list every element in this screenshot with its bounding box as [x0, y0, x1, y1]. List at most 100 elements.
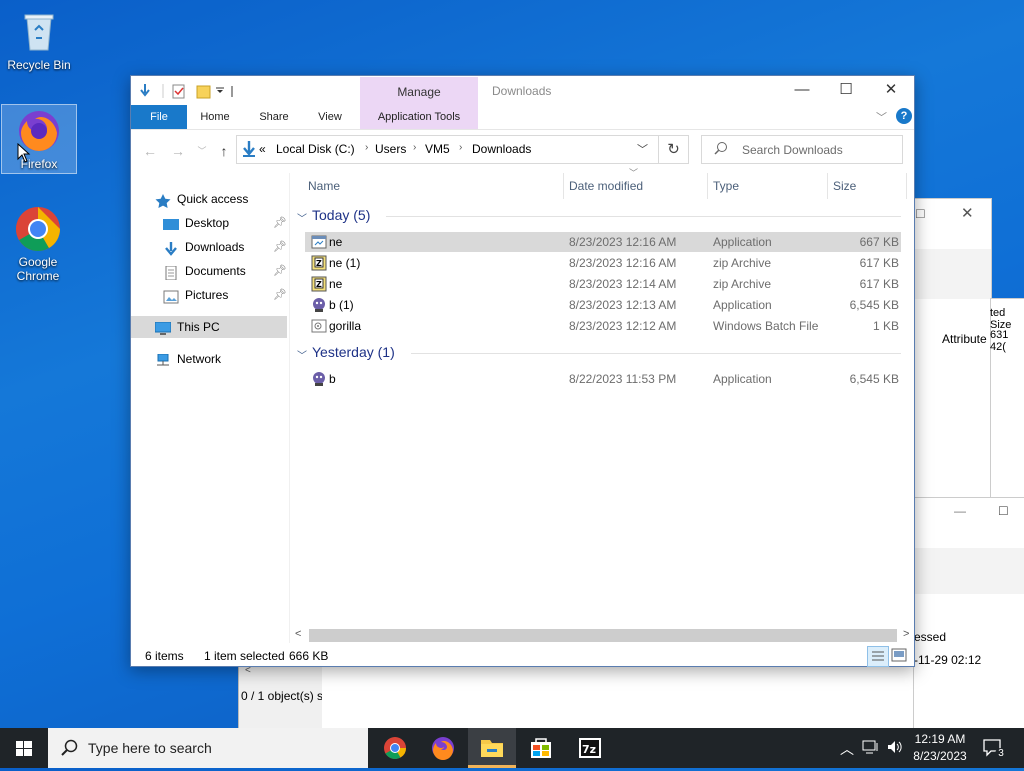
address-bar[interactable]: « Local Disk (C:) › Users › VM5 › Downlo… [236, 135, 659, 164]
breadcrumb-downloads[interactable]: Downloads [472, 142, 531, 156]
taskbar-store[interactable] [517, 728, 565, 768]
taskbar-search-box[interactable]: Type here to search [48, 728, 368, 768]
background-window-2[interactable]: ted Size 631 42( [990, 298, 1024, 500]
breadcrumb-separator-icon[interactable]: › [413, 142, 416, 153]
title-bar[interactable]: Manage Downloads — ☐ ✕ [131, 76, 914, 105]
app-icon [311, 371, 327, 387]
file-name: ne [329, 277, 343, 291]
taskbar-search-input[interactable]: Type here to search [88, 740, 212, 756]
scroll-left-icon[interactable]: < [295, 628, 301, 640]
downloads-folder-icon [241, 140, 257, 161]
scroll-right-icon[interactable]: > [903, 628, 909, 640]
file-date: 8/23/2023 12:16 AM [569, 256, 677, 270]
column-separator[interactable] [563, 173, 564, 199]
attribute-label: Attribute [942, 332, 987, 346]
minimize-icon[interactable]: — [954, 504, 966, 518]
column-separator[interactable] [707, 173, 708, 199]
details-view-icon[interactable] [867, 646, 889, 667]
group-collapse-chevron-icon[interactable]: ﹀ [297, 210, 307, 225]
nav-this-pc[interactable]: This PC [154, 316, 220, 338]
file-size: 6,545 KB [849, 372, 899, 386]
chrome-icon [14, 205, 62, 253]
file-type: zip Archive [713, 277, 772, 291]
desktop-icon-firefox[interactable]: Firefox [1, 104, 77, 174]
file-row[interactable]: Z ne (1) 8/23/2023 12:16 AM zip Archive … [305, 253, 901, 273]
column-header-date-modified[interactable]: Date modified [569, 179, 643, 193]
recent-locations-chevron-icon[interactable]: ﹀ [193, 143, 211, 159]
column-separator[interactable] [906, 173, 907, 199]
taskbar-firefox[interactable] [419, 728, 467, 768]
breadcrumb-vm5[interactable]: VM5 [425, 142, 450, 156]
nav-pictures[interactable]: Pictures [163, 284, 228, 306]
taskbar-file-explorer[interactable] [468, 728, 516, 768]
large-icons-view-icon[interactable] [891, 648, 907, 665]
desktop-icon-chrome[interactable]: Google Chrome [1, 205, 75, 283]
selection-count: 1 item selected [204, 649, 285, 663]
breadcrumb-separator-icon[interactable]: › [459, 142, 462, 153]
start-button[interactable] [0, 728, 48, 768]
file-explorer-window[interactable]: Manage Downloads — ☐ ✕ File Home Share V… [130, 75, 915, 667]
file-row[interactable]: Z ne 8/23/2023 12:14 AM zip Archive 617 … [305, 274, 901, 294]
maximize-button[interactable]: ☐ [823, 76, 869, 105]
volume-icon[interactable] [886, 739, 904, 758]
breadcrumb-local-disk[interactable]: Local Disk (C:) [276, 142, 355, 156]
nav-quick-access[interactable]: Quick access [155, 188, 248, 210]
background-window-3[interactable]: — ☐ essed -11-29 02:12 [913, 497, 1024, 730]
group-header-yesterday[interactable]: Yesterday (1) [312, 344, 395, 360]
file-size: 617 KB [859, 256, 899, 270]
file-row[interactable]: b (1) 8/23/2023 12:13 AM Application 6,5… [305, 295, 901, 315]
tab-view[interactable]: View [308, 105, 352, 129]
column-separator[interactable] [827, 173, 828, 199]
address-dropdown-chevron-icon[interactable]: ﹀ [637, 141, 648, 157]
up-arrow-icon[interactable]: ↑ [215, 143, 233, 159]
forward-arrow-icon[interactable]: → [169, 143, 187, 159]
close-icon[interactable]: ✕ [961, 204, 974, 222]
refresh-button[interactable]: ↻ [658, 135, 689, 164]
pictures-icon [163, 289, 179, 304]
manage-contextual-tab[interactable]: Manage [360, 77, 478, 105]
group-collapse-chevron-icon[interactable]: ﹀ [297, 347, 307, 362]
desktop-icon-recycle-bin[interactable]: Recycle Bin [2, 8, 76, 72]
tab-home[interactable]: Home [193, 105, 237, 129]
nav-downloads[interactable]: Downloads [163, 236, 244, 258]
background-window-4[interactable]: < 0 / 1 object(s) s [238, 660, 324, 730]
minimize-button[interactable]: — [779, 76, 825, 105]
nav-desktop[interactable]: Desktop [163, 212, 229, 234]
tab-share[interactable]: Share [252, 105, 296, 129]
file-row[interactable]: b 8/22/2023 11:53 PM Application 6,545 K… [305, 369, 901, 389]
maximize-icon[interactable]: ☐ [998, 504, 1009, 518]
clock-date[interactable]: 8/23/2023 [910, 749, 970, 763]
show-hidden-icons-chevron-icon[interactable]: ︿ [840, 739, 854, 759]
restore-icon[interactable]: ☐ [915, 207, 926, 221]
column-header-name[interactable]: Name [308, 179, 340, 193]
svg-text:Z: Z [316, 259, 322, 268]
nav-documents[interactable]: Documents [163, 260, 246, 282]
tab-application-tools[interactable]: Application Tools [360, 105, 478, 129]
breadcrumb-users[interactable]: Users [375, 142, 406, 156]
navigation-pane: Quick access Desktop 📌︎ Downloads 📌︎ Doc… [131, 173, 291, 643]
breadcrumb-overflow[interactable]: « [259, 142, 266, 156]
breadcrumb-separator-icon[interactable]: › [365, 142, 368, 153]
taskbar-7zip[interactable]: 7z [566, 728, 614, 768]
network-icon[interactable] [862, 739, 880, 758]
search-box[interactable]: Search Downloads [701, 135, 903, 164]
help-icon[interactable]: ? [896, 108, 912, 124]
scrollbar-thumb[interactable] [309, 629, 897, 642]
computer-icon [154, 321, 172, 335]
taskbar-chrome[interactable] [371, 728, 419, 768]
file-row[interactable]: gorilla 8/23/2023 12:12 AM Windows Batch… [305, 316, 901, 336]
group-header-today[interactable]: Today (5) [312, 207, 370, 223]
search-input[interactable]: Search Downloads [742, 143, 843, 157]
clock-time[interactable]: 12:19 AM [913, 732, 967, 746]
tab-file[interactable]: File [131, 105, 187, 129]
horizontal-scrollbar[interactable]: < > [291, 627, 914, 644]
chevron-down-icon[interactable]: ﹀ [876, 109, 887, 125]
file-row[interactable]: ne 8/23/2023 12:16 AM Application 667 KB [305, 232, 901, 252]
column-header-type[interactable]: Type [713, 179, 739, 193]
nav-network[interactable]: Network [155, 348, 221, 370]
column-header-size[interactable]: Size [833, 179, 856, 193]
close-button[interactable]: ✕ [868, 76, 914, 105]
nav-pane-divider[interactable] [289, 173, 290, 643]
nav-label: This PC [177, 320, 220, 334]
back-arrow-icon[interactable]: ← [141, 143, 159, 159]
